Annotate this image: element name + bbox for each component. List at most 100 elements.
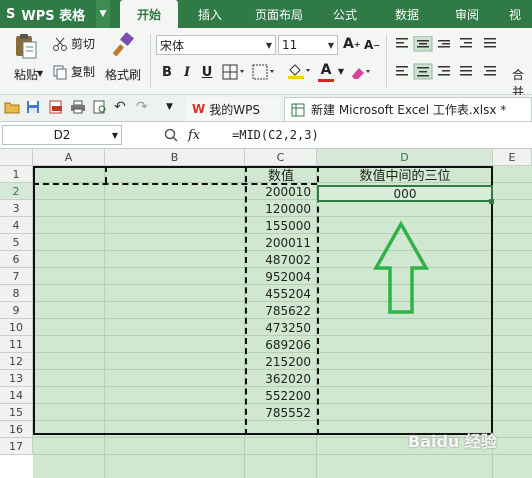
name-box[interactable]: D2 ▼ [2,125,122,145]
cell-style-button[interactable] [252,64,278,83]
chevron-down-icon[interactable]: ▼ [166,102,173,112]
column-header-b[interactable]: B [105,149,245,166]
row-header-4[interactable]: 4 [0,217,33,234]
row-header-9[interactable]: 9 [0,302,33,319]
borders-icon [222,64,244,80]
bold-button[interactable]: B [158,63,176,81]
save-button[interactable] [26,100,40,117]
chevron-down-icon[interactable]: ▼ [263,36,275,54]
cut-label: 剪切 [71,37,96,51]
cut-button[interactable]: 剪切 [52,35,95,52]
column-divider [317,166,319,435]
insert-function-button[interactable]: fx [188,125,200,145]
undo-icon[interactable]: ↶ [114,99,126,115]
cell-c4[interactable]: 155000 [245,217,317,234]
row-header-13[interactable]: 13 [0,370,33,387]
alignment-group [394,35,524,86]
row-header-5[interactable]: 5 [0,234,33,251]
row-header-7[interactable]: 7 [0,268,33,285]
print-preview-button[interactable] [92,100,108,117]
chevron-down-icon[interactable]: ▼ [325,36,337,54]
column-header-d[interactable]: D [317,149,493,166]
doc-tab-label: 我的WPS [209,102,260,117]
scissors-icon [53,37,67,51]
chevron-down-icon[interactable]: ▼ [112,131,118,140]
column-header-c[interactable]: C [245,149,317,166]
paste-label: 粘贴 [13,68,38,82]
header-divider [105,166,107,183]
app-menu-button[interactable]: S WPS 表格 ▼ [0,0,110,28]
open-folder-button[interactable] [4,100,20,117]
font-color-swatch [318,79,334,82]
row-header-8[interactable]: 8 [0,285,33,302]
export-pdf-button[interactable] [48,100,64,117]
fill-handle[interactable] [489,199,494,204]
font-name-value: 宋体 [160,38,185,53]
row-header-12[interactable]: 12 [0,353,33,370]
zoom-icon[interactable] [164,128,178,145]
cell-c13[interactable]: 362020 [245,370,317,387]
grow-font-button[interactable]: A + [343,36,361,52]
row-header-14[interactable]: 14 [0,387,33,404]
row-header-2[interactable]: 2 [0,183,33,200]
cell-c14[interactable]: 552200 [245,387,317,404]
column-header-e[interactable]: E [493,149,532,166]
cell-c6[interactable]: 487002 [245,251,317,268]
row-header-16[interactable]: 16 [0,421,33,438]
cell-d2[interactable]: 000 [317,185,493,202]
shrink-font-button[interactable]: A − [364,38,380,52]
cell-c3[interactable]: 120000 [245,200,317,217]
cell-c15[interactable]: 785552 [245,404,317,421]
ribbon-divider [150,34,151,88]
copy-button[interactable]: 复制 [52,63,95,80]
cell-c9[interactable]: 785622 [245,302,317,319]
format-painter-button[interactable]: 格式刷 [102,32,144,86]
tab-formulas[interactable]: 公式 [318,0,372,28]
font-color-button[interactable]: A ▼ [318,62,344,82]
font-size-select[interactable]: 11 ▼ [278,35,338,55]
watermark: Baidu 经验 [408,432,497,451]
cell-c8[interactable]: 455204 [245,285,317,302]
doc-tab-label: 新建 Microsoft Excel 工作表.xlsx * [311,103,507,117]
cell-c10[interactable]: 473250 [245,319,317,336]
formula-input[interactable]: =MID(C2,2,3) [232,125,319,145]
cell-c5[interactable]: 200011 [245,234,317,251]
select-all-corner[interactable] [0,149,33,166]
row-header-17[interactable]: 17 [0,438,33,455]
tab-page-layout[interactable]: 页面布局 [244,0,314,28]
cell-c7[interactable]: 952004 [245,268,317,285]
fill-color-button[interactable] [286,62,314,83]
chevron-down-icon[interactable]: ▼ [96,0,110,28]
doc-tab-my-wps[interactable]: W 我的WPS [186,97,280,121]
cell-c1[interactable]: 数值 [245,166,317,184]
borders-button[interactable] [222,64,248,83]
chevron-down-icon[interactable]: ▼ [338,67,344,76]
row-header-11[interactable]: 11 [0,336,33,353]
chevron-down-icon[interactable]: ▼ [37,69,43,78]
clear-format-button[interactable] [350,64,372,83]
redo-icon[interactable]: ↷ [136,99,148,115]
doc-tab-workbook[interactable]: 新建 Microsoft Excel 工作表.xlsx * [284,97,532,121]
row-header-10[interactable]: 10 [0,319,33,336]
row-header-3[interactable]: 3 [0,200,33,217]
cell-c2[interactable]: 200010 [245,183,317,200]
table-style-icon [252,64,274,80]
cell-c11[interactable]: 689206 [245,336,317,353]
underline-button[interactable]: U [198,63,216,81]
print-button[interactable] [70,100,86,117]
cell-d1[interactable]: 数值中间的三位 [317,166,493,184]
grow-font-icon: A [343,36,354,52]
row-header-15[interactable]: 15 [0,404,33,421]
spreadsheet-icon [291,103,305,116]
tab-insert[interactable]: 插入 [182,0,238,28]
italic-button[interactable]: I [178,63,196,81]
tab-view[interactable]: 视 [498,0,532,28]
tab-data[interactable]: 数据 [380,0,434,28]
row-header-1[interactable]: 1 [0,166,33,183]
cell-c12[interactable]: 215200 [245,353,317,370]
tab-review[interactable]: 审阅 [440,0,494,28]
font-name-select[interactable]: 宋体 ▼ [156,35,276,55]
column-header-a[interactable]: A [33,149,105,166]
row-header-6[interactable]: 6 [0,251,33,268]
tab-home[interactable]: 开始 [120,0,178,28]
